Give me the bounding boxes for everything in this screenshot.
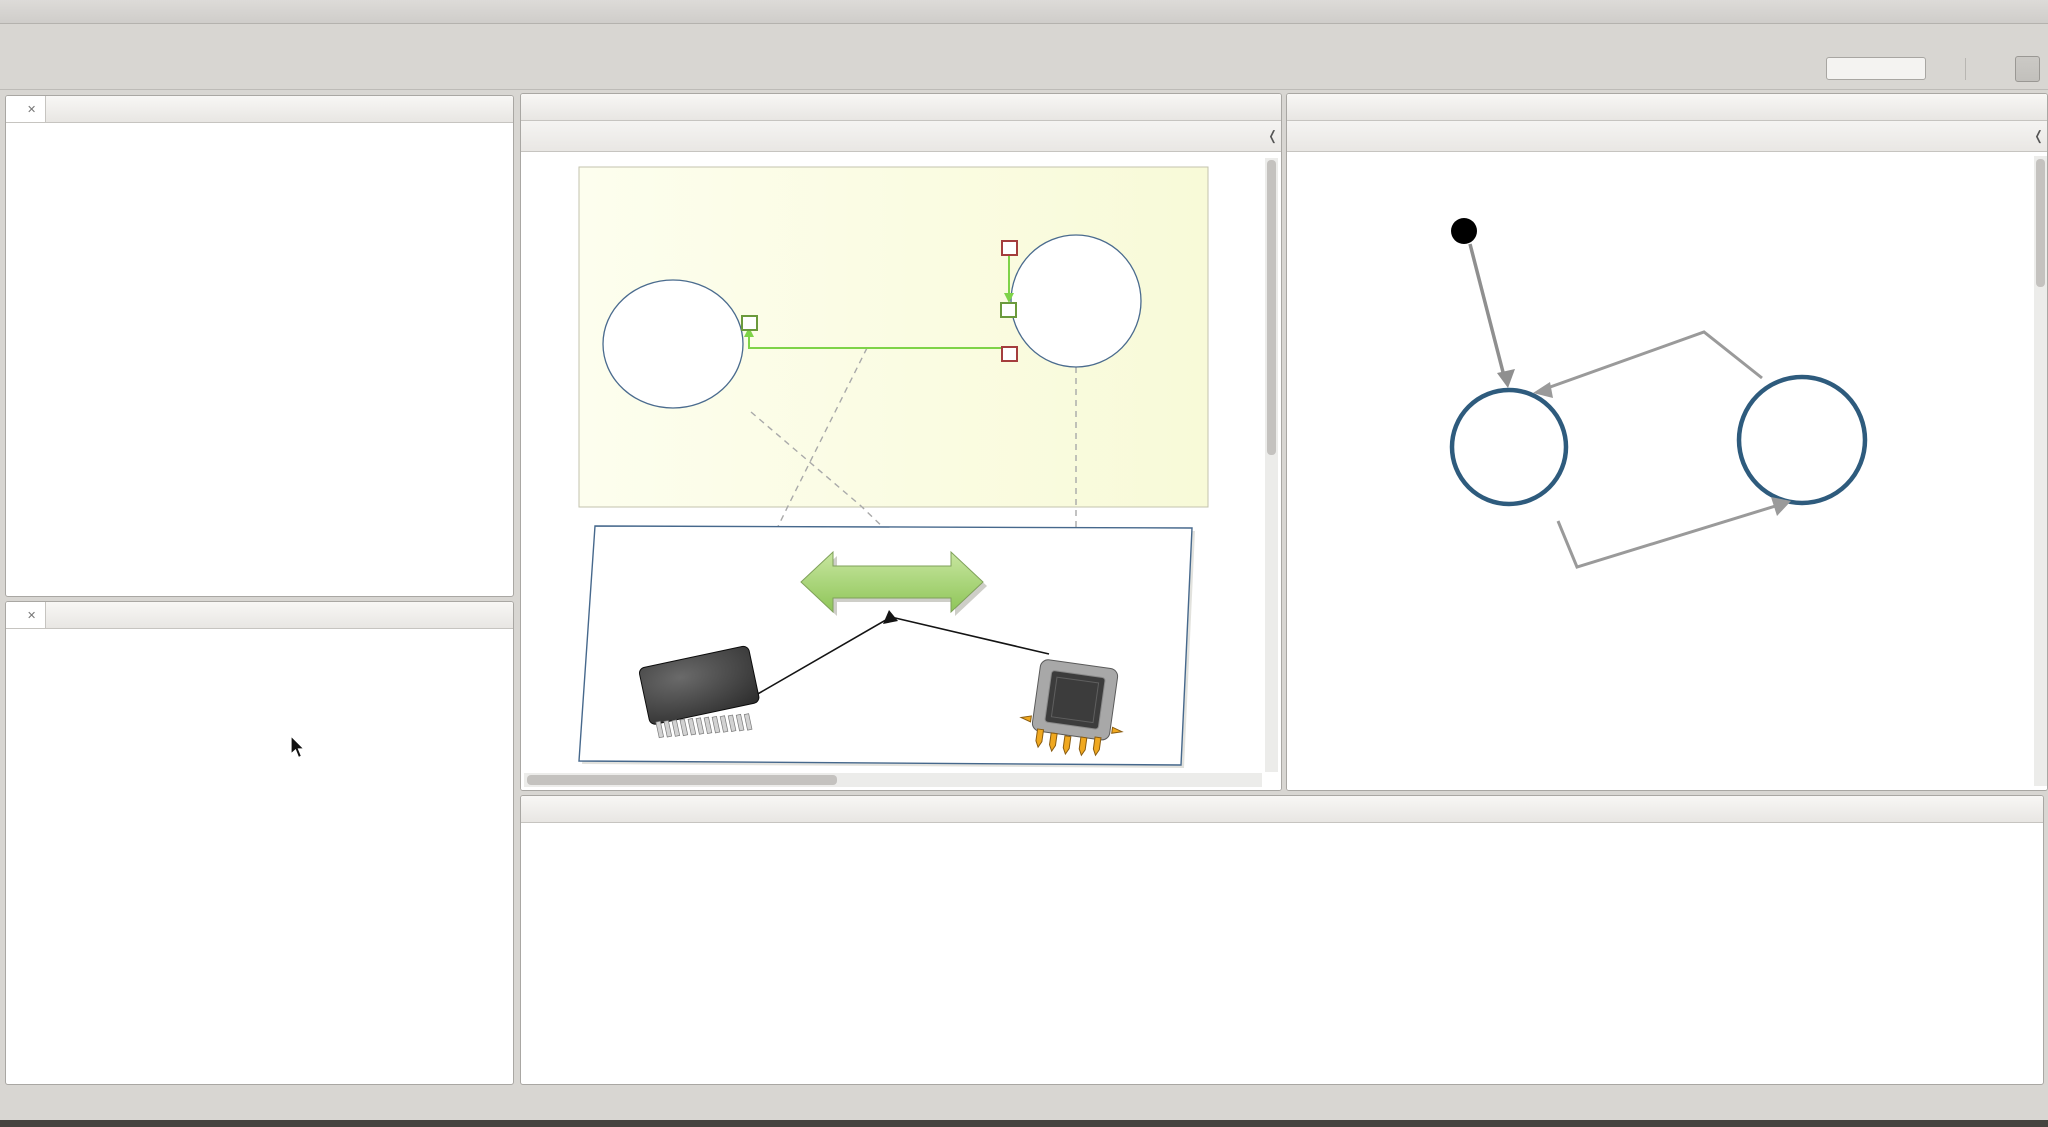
coffeecoin-editor-group: ❬ [1286,93,2048,791]
state-unlocked[interactable] [1739,377,1865,503]
main-toolbar [0,50,2048,90]
horizontal-scrollbar-thumb[interactable] [527,775,837,785]
palette-collapse-icon[interactable]: ❬ [1267,128,1278,144]
window-controls [1986,0,2034,24]
sigpml-diagram [521,152,1282,791]
sigpml-editor-tabbar [521,94,1281,121]
engines-tabbar: ✕ [6,602,513,629]
mouse-cursor [290,735,308,761]
sigpml-editor-group: ❬ [520,93,1282,791]
init-transition[interactable] [1470,244,1504,376]
actor-selectcoffee[interactable] [1011,235,1141,367]
state-locked[interactable] [1452,390,1566,504]
menubar [0,24,2048,50]
tab-project-explorer[interactable]: ✕ [6,96,46,122]
close-icon[interactable]: ✕ [27,609,36,622]
sigpml-canvas[interactable] [521,152,1281,791]
screen-edge-strip [0,1120,2048,1127]
transition-locked-to-unlocked[interactable] [1558,504,1782,567]
sigpml-diagram-toolbar: ❬ [521,121,1281,152]
status-bar [0,1087,2048,1120]
engines-list [6,629,513,631]
perspective-button-xdsml[interactable] [2015,56,2040,82]
vertical-scrollbar-thumb[interactable] [1267,160,1276,455]
close-icon[interactable]: ✕ [27,103,36,116]
coffeecoin-editor-tabbar [1287,94,2047,121]
quick-access-input[interactable] [1826,57,1926,80]
palette-collapse-icon[interactable]: ❬ [2033,128,2044,144]
project-explorer-view: ✕ [5,95,514,597]
bottom-tabbar [521,796,2043,823]
window-titlebar[interactable] [0,0,2048,24]
coffeecoin-diagram-toolbar: ❬ [1287,121,2047,152]
transition-unlocked-to-locked[interactable] [1539,332,1762,391]
initial-state-dot[interactable] [1451,218,1477,244]
gemoc-engines-status-view: ✕ [5,601,514,1085]
project-explorer-tabbar: ✕ [6,96,513,123]
actor-releasecoffee[interactable] [603,280,743,408]
coffeecoin-statemachine [1287,152,2048,791]
tab-model-explorer[interactable] [46,96,69,122]
bottom-view-stack [520,795,2044,1085]
toolbar-separator [1965,58,1966,80]
init-transition-arrowhead [1497,369,1515,388]
project-explorer-tree [6,123,513,129]
vertical-scrollbar-thumb[interactable] [2036,159,2045,287]
logical-steps-tree [521,823,2043,830]
tab-gemoc-engines-status[interactable]: ✕ [6,602,46,628]
coffeecoin-canvas[interactable] [1287,152,2047,791]
